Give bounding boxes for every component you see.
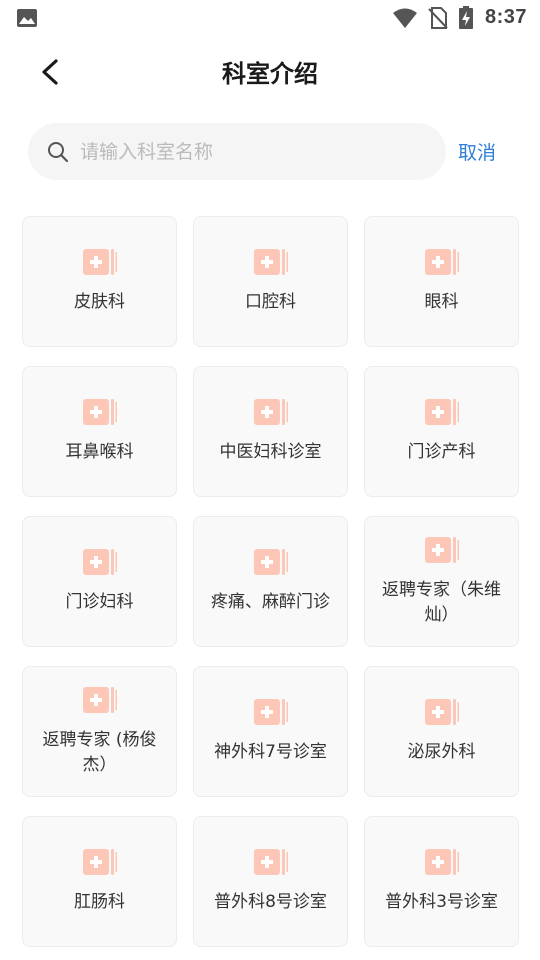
medical-kit-icon <box>82 399 117 425</box>
department-card[interactable]: 疼痛、麻醉门诊 <box>193 516 348 647</box>
search-icon <box>48 142 69 163</box>
department-name: 返聘专家 (杨俊杰） <box>42 729 157 775</box>
no-sim-icon <box>428 7 448 29</box>
department-name: 疼痛、麻醉门诊 <box>211 592 330 612</box>
department-name: 普外科8号诊室 <box>214 892 327 912</box>
department-name: 门诊妇科 <box>65 592 134 612</box>
status-time: 8:37 <box>485 6 528 28</box>
medical-kit-icon <box>82 686 117 713</box>
medical-kit-icon <box>82 849 117 875</box>
medical-kit-icon <box>424 536 459 563</box>
department-card[interactable]: 返聘专家（朱维灿） <box>364 516 519 647</box>
medical-kit-icon <box>253 249 288 275</box>
department-card[interactable]: 肛肠科 <box>22 816 177 947</box>
medical-kit-icon <box>253 549 288 575</box>
department-card[interactable]: 普外科3号诊室 <box>364 816 519 947</box>
department-card[interactable]: 泌尿外科 <box>364 666 519 797</box>
header: 科室介绍 <box>0 40 540 104</box>
medical-kit-icon <box>253 849 288 875</box>
medical-kit-icon <box>253 699 288 725</box>
medical-kit-icon <box>82 549 117 575</box>
department-name: 皮肤科 <box>74 292 125 312</box>
medical-kit-icon <box>82 249 117 275</box>
department-card[interactable]: 眼科 <box>364 216 519 347</box>
department-name: 神外科7号诊室 <box>214 742 327 762</box>
department-card[interactable]: 门诊产科 <box>364 366 519 497</box>
department-name: 肛肠科 <box>74 892 125 912</box>
battery-charging-icon <box>459 6 473 29</box>
medical-kit-icon <box>424 849 459 875</box>
cancel-button[interactable]: 取消 <box>458 138 496 165</box>
department-name: 口腔科 <box>245 292 296 312</box>
department-card[interactable]: 门诊妇科 <box>22 516 177 647</box>
department-card[interactable]: 返聘专家 (杨俊杰） <box>22 666 177 797</box>
department-name: 返聘专家（朱维灿） <box>382 579 501 625</box>
department-card[interactable]: 中医妇科诊室 <box>193 366 348 497</box>
status-bar: 8:37 <box>0 0 540 36</box>
department-card[interactable]: 皮肤科 <box>22 216 177 347</box>
department-name: 耳鼻喉科 <box>65 442 134 462</box>
medical-kit-icon <box>424 249 459 275</box>
department-name: 普外科3号诊室 <box>385 892 498 912</box>
department-name: 门诊产科 <box>407 442 476 462</box>
page-title: 科室介绍 <box>222 60 318 88</box>
department-name: 眼科 <box>424 292 459 312</box>
medical-kit-icon <box>253 399 288 425</box>
gallery-icon <box>17 9 37 27</box>
medical-kit-icon <box>424 399 459 425</box>
department-card[interactable]: 口腔科 <box>193 216 348 347</box>
search-bar[interactable] <box>28 123 446 180</box>
department-card[interactable]: 耳鼻喉科 <box>22 366 177 497</box>
department-name: 泌尿外科 <box>407 742 476 762</box>
department-card[interactable]: 神外科7号诊室 <box>193 666 348 797</box>
medical-kit-icon <box>424 699 459 725</box>
department-card[interactable]: 普外科8号诊室 <box>193 816 348 947</box>
department-grid: 皮肤科 口腔科 眼科耳鼻喉科 中医妇科诊室 门诊产科门诊妇科 疼痛、麻醉门诊 返聘专家（朱维… <box>22 216 520 947</box>
department-name: 中医妇科诊室 <box>219 442 322 462</box>
wifi-icon <box>393 8 417 28</box>
search-input[interactable] <box>78 131 432 173</box>
